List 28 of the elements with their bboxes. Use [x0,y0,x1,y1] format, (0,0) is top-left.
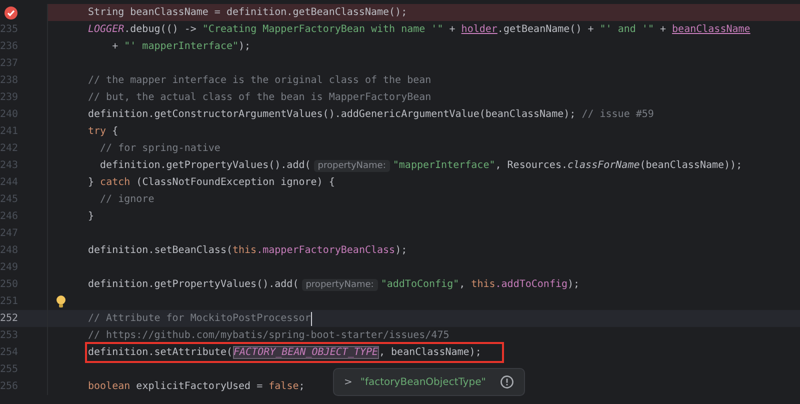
code-text: "addToConfig", this.addToConfig); [380,279,580,290]
code-text: String beanClassName = definition.getBeanClassName(); [88,7,408,18]
breakpoint-icon[interactable] [4,6,18,20]
code-text: definition.setBeanClass(this.mapperFactoryBeanClass); [88,245,408,256]
code-text: // for spring-native [99,143,220,154]
code-text: LOGGER.debug(() -> "Creating MapperFactoryBean with name '" + holder.getBeanName() + "' and '" + beanClassName [88,24,750,35]
code-text: definition.getConstructorArgumentValues().addGenericArgumentValue(beanClassName); // issue #59 [88,109,654,120]
code-text: "mapperInterface", Resources.classForName(beanClassName)); [392,160,742,171]
code-text: definition.setAttribute(FACTORY_BEAN_OBJECT_TYPE, beanClassName); [88,347,482,358]
code-text: } catch (ClassNotFoundException ignore) { [88,177,335,188]
code-text: boolean explicitFactoryUsed = false; [88,381,305,392]
code-text: try { [88,126,118,137]
code-text: // ignore [99,194,154,205]
lightbulb-icon[interactable] [56,295,66,308]
code-text: // but, the actual class of the bean is MapperFactoryBean [88,92,432,103]
code-text: definition.getPropertyValues().add( [99,160,311,171]
code-text: // the mapper interface is the original class of the bean [88,75,432,86]
code-text: + "' mapperInterface"); [111,41,251,52]
inlay-hint: propertyName: [314,160,390,172]
inlay-hint: propertyName: [302,278,378,290]
code-text: definition.getPropertyValues().add( [88,279,299,290]
chevron[interactable]: > [344,376,352,388]
info-icon[interactable] [500,375,514,389]
code-text: // Attribute for MockitoPostProcessor [88,313,311,324]
suggestion-text[interactable]: "factoryBeanObjectType" [360,376,486,388]
line-number: 252 [0,313,18,324]
code-text: } [88,211,94,222]
code-text: // https://github.com/mybatis/spring-boot-starter/issues/475 [88,330,450,341]
